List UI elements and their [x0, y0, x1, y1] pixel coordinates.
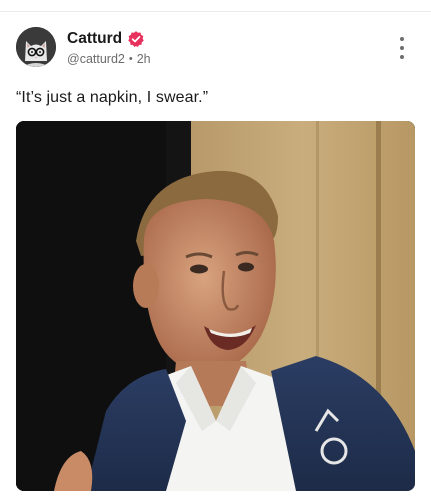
vertical-ellipsis-icon: [400, 37, 404, 41]
vertical-ellipsis-icon: [400, 46, 404, 50]
timestamp[interactable]: 2h: [137, 52, 151, 66]
top-divider: [0, 11, 431, 12]
post-image[interactable]: [16, 121, 415, 491]
cat-avatar-icon: [16, 27, 56, 67]
verified-badge-icon: [127, 30, 145, 48]
more-options-button[interactable]: [392, 37, 412, 59]
handle[interactable]: @catturd2: [67, 52, 125, 66]
vertical-ellipsis-icon: [400, 55, 404, 59]
meta-separator: •: [128, 52, 133, 65]
meta-row: @catturd2 • 2h: [67, 52, 151, 66]
post-text: “It’s just a napkin, I swear.”: [16, 89, 209, 106]
photo-man-in-hoodie-icon: [16, 121, 415, 491]
avatar[interactable]: [16, 27, 56, 67]
name-row: Catturd: [67, 29, 151, 49]
post-card: Catturd @catturd2 • 2h “It’s just a napk…: [0, 0, 431, 500]
display-name[interactable]: Catturd: [67, 30, 122, 48]
author-block: Catturd @catturd2 • 2h: [67, 29, 151, 66]
